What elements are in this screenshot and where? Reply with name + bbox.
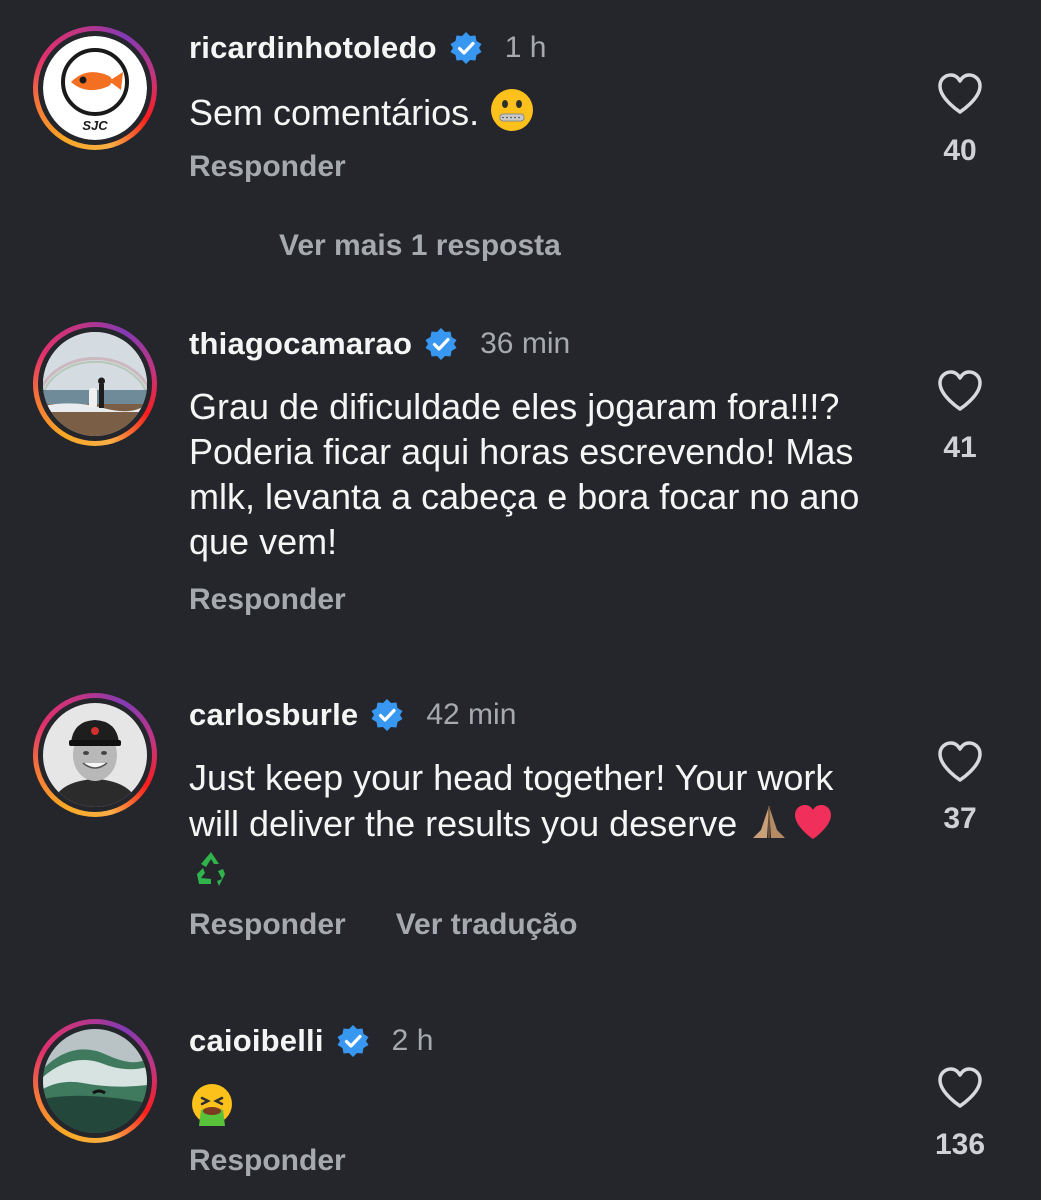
see-translation-button[interactable]: Ver tradução (396, 908, 578, 942)
like-count: 40 (943, 134, 977, 167)
comment-header: carlosburle 42 min (189, 695, 516, 735)
verified-badge-icon (425, 328, 457, 360)
comment-body: Just keep your head together! Your work … (189, 757, 834, 844)
like-count: 37 (943, 802, 977, 835)
like-count: 136 (934, 1128, 986, 1161)
comment-text: Sem comentários. (189, 87, 909, 135)
username[interactable]: carlosburle (189, 697, 358, 733)
verified-badge-icon (450, 32, 482, 64)
view-more-replies-button[interactable]: Ver mais 1 resposta (279, 229, 561, 263)
like-area: 136 (915, 1066, 1005, 1162)
avatar-border (38, 327, 152, 441)
comment-actions: Responder (189, 150, 346, 184)
recycle-symbol-icon (197, 852, 225, 886)
story-ring[interactable] (33, 1019, 157, 1143)
story-ring[interactable] (33, 322, 157, 446)
avatar[interactable] (43, 703, 147, 807)
username[interactable]: caioibelli (189, 1023, 324, 1059)
like-area: 40 (915, 72, 1005, 168)
timestamp: 36 min (480, 327, 571, 360)
avatar[interactable] (43, 332, 147, 436)
zipper-mouth-face-icon (491, 89, 534, 131)
avatar-border: SJC (38, 31, 152, 145)
avatar[interactable]: SJC (43, 36, 147, 140)
man-with-cap-avatar (43, 703, 147, 807)
heart-icon[interactable] (936, 369, 984, 413)
avatar-logo-text: SJC (82, 118, 108, 133)
story-ring[interactable]: SJC (33, 26, 157, 150)
reply-button[interactable]: Responder (189, 1144, 346, 1178)
story-ring[interactable] (33, 693, 157, 817)
comment-header: thiagocamarao 36 min (189, 324, 570, 364)
heart-icon[interactable] (936, 1066, 984, 1110)
comment-text: Grau de dificuldade eles jogaram fora!!!… (189, 386, 860, 562)
like-area: 41 (915, 369, 1005, 465)
like-count: 41 (943, 431, 977, 464)
vomiting-face-icon (192, 1084, 232, 1126)
avatar-border (38, 698, 152, 812)
timestamp: 1 h (504, 31, 547, 64)
comment-text (189, 1082, 909, 1130)
comment-text: Just keep your head together! Your work … (189, 755, 879, 892)
timestamp: 42 min (426, 698, 517, 731)
heart-icon[interactable] (936, 72, 984, 116)
username[interactable]: thiagocamarao (189, 326, 412, 362)
verified-badge-icon (337, 1025, 369, 1057)
heart-icon[interactable] (936, 740, 984, 784)
comment-header: caioibelli 2 h (189, 1021, 433, 1061)
big-wave-avatar (43, 1029, 147, 1133)
red-heart-icon (795, 805, 832, 839)
reply-button[interactable]: Responder (189, 908, 346, 942)
folded-hands-icon (753, 806, 786, 838)
comment-actions: Responder Ver tradução (189, 908, 577, 942)
comment-actions: Responder (189, 583, 346, 617)
sjc-logo-avatar: SJC (43, 36, 147, 140)
like-area: 37 (915, 740, 1005, 836)
username[interactable]: ricardinhotoledo (189, 30, 437, 66)
avatar-border (38, 1024, 152, 1138)
comment-actions: Responder (189, 1144, 346, 1178)
comment-body: Sem comentários. (189, 92, 480, 133)
verified-badge-icon (371, 699, 403, 731)
comment-header: ricardinhotoledo 1 h (189, 28, 546, 68)
reply-button[interactable]: Responder (189, 150, 346, 184)
timestamp: 2 h (391, 1024, 434, 1057)
avatar[interactable] (43, 1029, 147, 1133)
beach-rainbow-avatar (43, 332, 147, 436)
reply-button[interactable]: Responder (189, 583, 346, 617)
